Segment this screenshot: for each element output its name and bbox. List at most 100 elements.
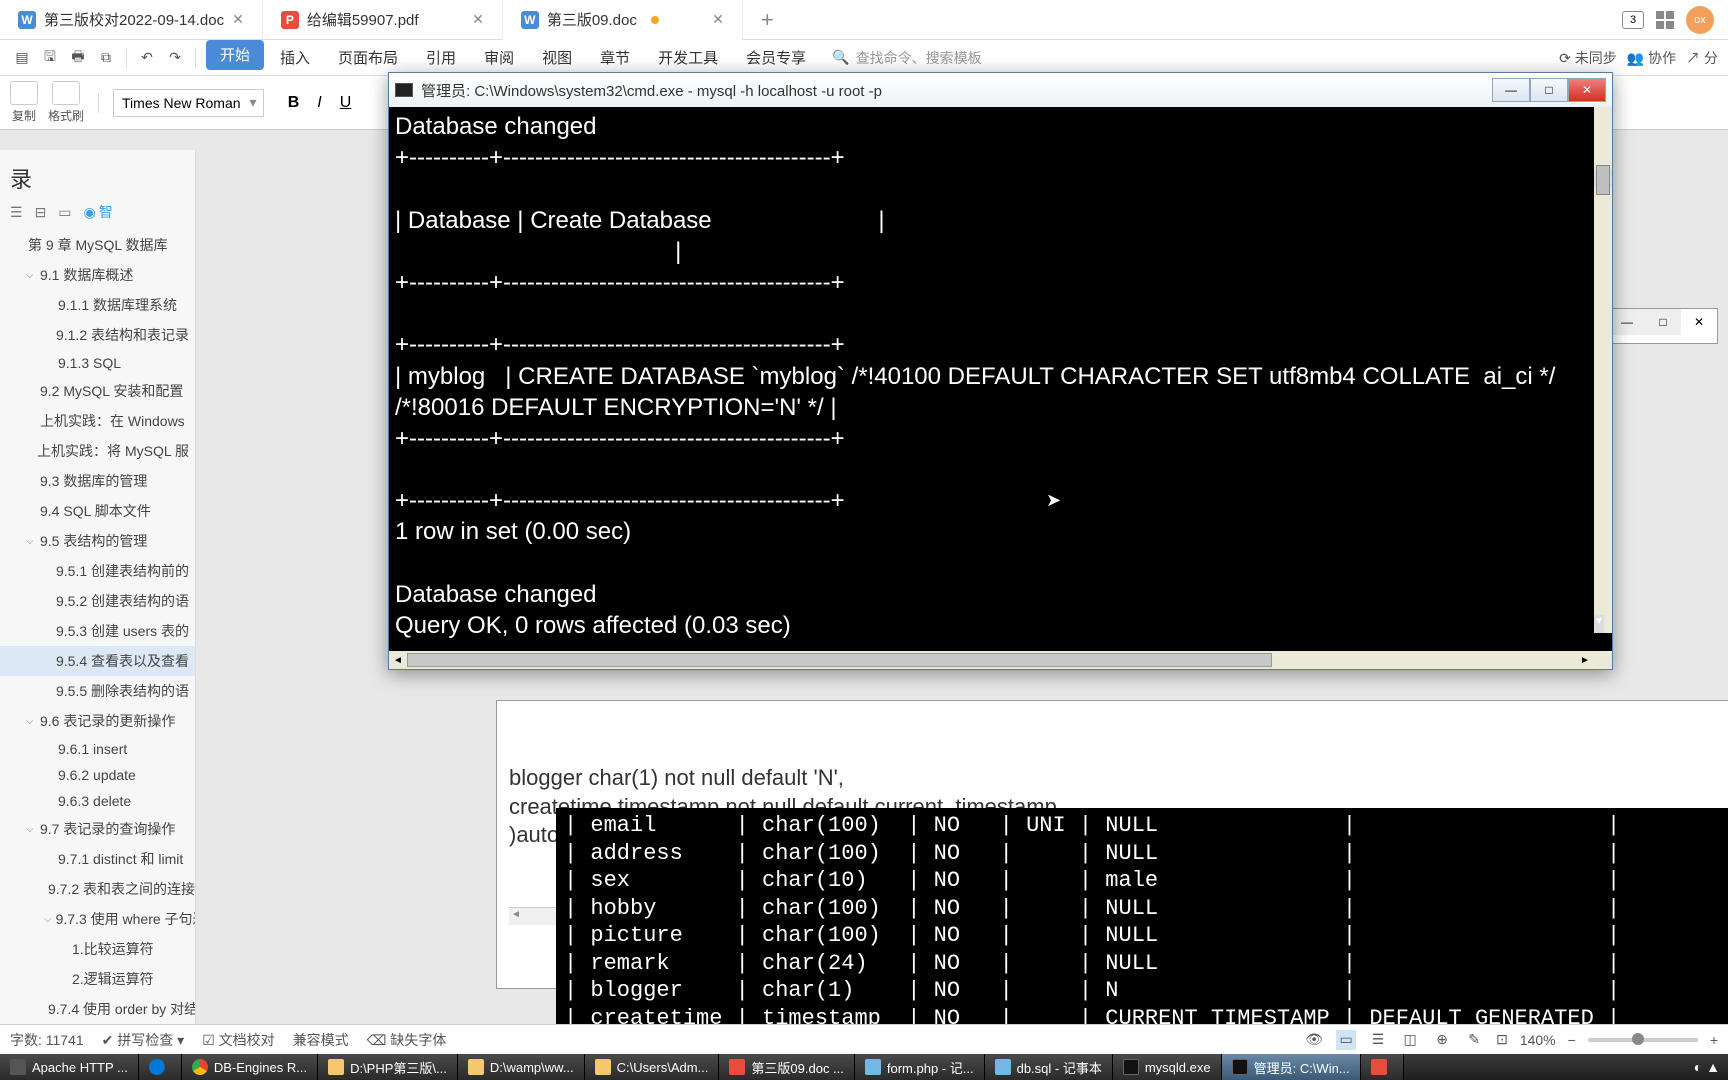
save-icon[interactable]: 🖫 [38,46,62,70]
italic-button[interactable]: I [308,91,332,115]
outline-tool-icon[interactable]: ☰ [10,204,23,221]
outline-item[interactable]: ⌵9.6 表记录的更新操作 [0,706,195,736]
doc-tab-1[interactable]: P给编辑59907.pdf✕ [263,0,503,40]
cmd-hscrollbar[interactable]: ◄► [389,651,1594,669]
taskbar-item-4[interactable]: D:\wamp\ww... [458,1054,585,1080]
outline-item[interactable]: 9.2 MySQL 安装和配置 [0,376,195,406]
taskbar-item-1[interactable] [139,1054,182,1080]
outline-item[interactable]: 9.7.2 表和表之间的连接 [0,874,195,904]
cmd-close-button[interactable]: ✕ [1568,78,1606,102]
format-painter[interactable]: 格式刷 [48,81,84,124]
bg-close-button[interactable]: ✕ [1681,309,1717,335]
share-button[interactable]: ↗ 分 [1686,48,1718,68]
zoom-slider[interactable] [1588,1038,1698,1042]
preview-icon[interactable]: ⧉ [94,46,118,70]
outline-item[interactable]: 1.比较运算符 [0,934,195,964]
outline-item[interactable]: 9.5.4 查看表以及查看 [0,646,195,676]
user-avatar[interactable]: ox [1686,6,1714,34]
outline-item[interactable]: ⌵9.7.3 使用 where 子句过 ... [0,904,195,934]
edit-view-icon[interactable]: ✎ [1464,1030,1484,1050]
taskbar-item-9[interactable]: mysqld.exe [1113,1054,1222,1080]
outline-item[interactable]: 9.7.4 使用 order by 对结... [0,994,195,1024]
cmd-body[interactable]: Database changed +----------+-----------… [389,107,1612,651]
ribbon-tab-2[interactable]: 页面布局 [324,40,412,76]
taskbar-item-10[interactable]: 管理员: C:\Win... [1222,1054,1361,1080]
command-search[interactable]: 🔍 查找命令、搜索模板 [832,48,981,68]
zoom-fit-icon[interactable]: ⊡ [1496,1031,1508,1048]
ribbon-tab-4[interactable]: 审阅 [470,40,528,76]
outline-item[interactable]: 9.7.1 distinct 和 limit [0,844,195,874]
apps-grid-icon[interactable] [1656,11,1674,29]
zoom-level[interactable]: 140% [1520,1032,1556,1048]
copy-group[interactable]: 复制 [10,81,38,124]
outline-item[interactable]: ⌵9.5 表结构的管理 [0,526,195,556]
ribbon-tab-0[interactable]: 开始 [206,40,264,70]
tab-close-icon[interactable]: ✕ [712,11,724,28]
outline-item[interactable]: 9.6.3 delete [0,788,195,814]
spellcheck-toggle[interactable]: ✔ 拼写检查 ▾ [102,1030,185,1050]
outline-item[interactable]: 9.3 数据库的管理 [0,466,195,496]
outline-item[interactable]: 2.逻辑运算符 [0,964,195,994]
cmd-max-button[interactable]: □ [1530,78,1568,102]
outline-item[interactable]: ⌵9.1 数据库概述 [0,260,195,290]
taskbar-item-6[interactable]: 第三版09.doc ... [719,1054,854,1080]
ribbon-tab-6[interactable]: 章节 [586,40,644,76]
outline-item[interactable]: 9.5.5 删除表结构的语 [0,676,195,706]
print-icon[interactable]: 🖶 [66,46,90,70]
outline-item[interactable]: 上机实践：在 Windows [0,406,195,436]
redo-icon[interactable]: ↷ [163,46,187,70]
tab-close-icon[interactable]: ✕ [232,11,244,28]
cmd-resize-grip[interactable] [1594,651,1612,669]
bold-button[interactable]: B [282,91,306,115]
new-tab-button[interactable]: + [743,7,792,33]
page-view-icon[interactable]: ▭ [1336,1030,1356,1050]
doc-tab-0[interactable]: W第三版校对2022-09-14.doc✕ [0,0,263,40]
outline-item[interactable]: 9.1.1 数据库理系统 [0,290,195,320]
outline-item[interactable]: 9.6.1 insert [0,736,195,762]
taskbar-item-11[interactable] [1361,1054,1404,1080]
taskbar-item-3[interactable]: D:\PHP第三版\... [318,1054,458,1080]
outline-item[interactable]: 第 9 章 MySQL 数据库 [0,230,195,260]
proofread-toggle[interactable]: ☑ 文档校对 [202,1030,274,1050]
outline-item[interactable]: 9.1.2 表结构和表记录 [0,320,195,350]
outline-item[interactable]: 9.5.2 创建表结构的语 [0,586,195,616]
word-count[interactable]: 字数: 11741 [10,1030,84,1050]
taskbar-item-2[interactable]: DB-Engines R... [182,1054,318,1080]
ribbon-tab-1[interactable]: 插入 [266,40,324,76]
missing-fonts[interactable]: ⌫ 缺失字体 [367,1030,447,1050]
taskbar-item-8[interactable]: db.sql - 记事本 [985,1054,1113,1080]
bg-min-button[interactable]: — [1609,309,1645,335]
cmd-titlebar[interactable]: 管理员: C:\Windows\system32\cmd.exe - mysql… [389,73,1612,107]
bg-max-button[interactable]: □ [1645,309,1681,335]
outline-item[interactable]: 9.5.1 创建表结构前的 [0,556,195,586]
read-view-icon[interactable]: ◫ [1400,1030,1420,1050]
doc-tab-2[interactable]: W第三版09.doc✕ [503,0,743,40]
outline-view-icon[interactable]: ☰ [1368,1030,1388,1050]
outline-item[interactable]: 9.6.2 update [0,762,195,788]
outline-item[interactable]: ⌵9.7 表记录的查询操作 [0,814,195,844]
font-family-select[interactable]: Times New Roman [113,89,264,117]
window-count-box[interactable]: 3 [1622,11,1644,29]
collapse-tool-icon[interactable]: ▭ [58,204,71,221]
ribbon-tab-3[interactable]: 引用 [412,40,470,76]
ribbon-tab-7[interactable]: 开发工具 [644,40,732,76]
web-view-icon[interactable]: ⊕ [1432,1030,1452,1050]
ribbon-tab-5[interactable]: 视图 [528,40,586,76]
outline-item[interactable]: 9.5.3 创建 users 表的 [0,616,195,646]
taskbar-item-0[interactable]: Apache HTTP ... [0,1054,139,1080]
compat-mode[interactable]: 兼容模式 [293,1030,349,1050]
smart-outline[interactable]: ◉ 智 [84,202,113,222]
undo-icon[interactable]: ↶ [135,46,159,70]
zoom-out[interactable]: − [1568,1032,1576,1048]
eye-icon[interactable]: 👁 [1304,1030,1324,1050]
taskbar-item-7[interactable]: form.php - 记... [855,1054,985,1080]
locate-tool-icon[interactable]: ⊟ [35,204,47,221]
cmd-vscrollbar[interactable]: ▲▼ [1594,107,1612,633]
menu-icon[interactable]: ▤ [10,46,34,70]
outline-item[interactable]: 上机实践：将 MySQL 服 [0,436,195,466]
outline-item[interactable]: 9.1.3 SQL [0,350,195,376]
ribbon-tab-8[interactable]: 会员专享 [732,40,820,76]
cmd-min-button[interactable]: — [1492,78,1530,102]
outline-item[interactable]: 9.4 SQL 脚本文件 [0,496,195,526]
tab-close-icon[interactable]: ✕ [472,11,484,28]
